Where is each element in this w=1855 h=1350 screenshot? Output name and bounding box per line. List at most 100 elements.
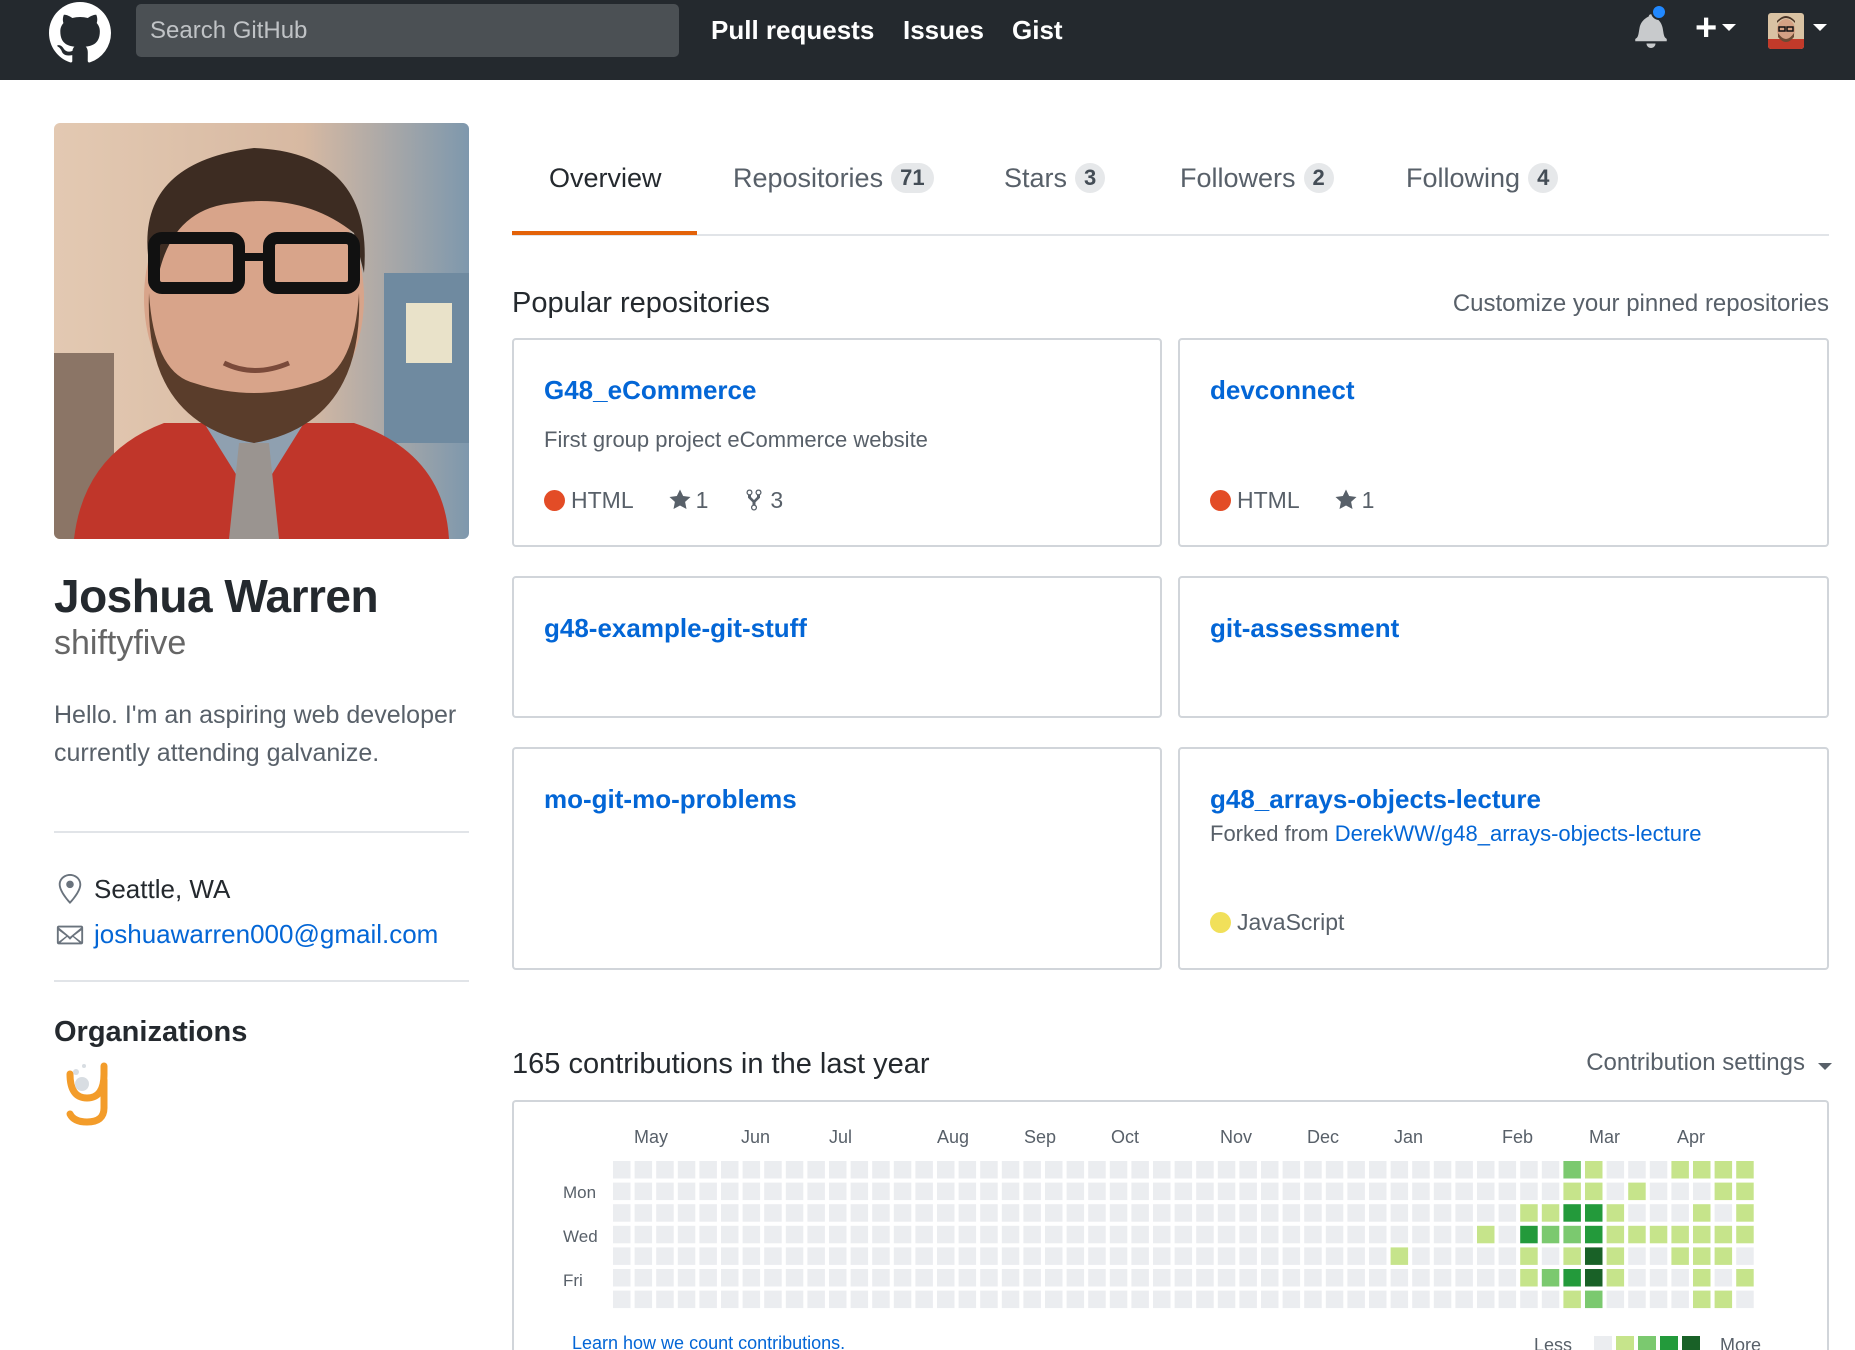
contribution-day[interactable] (764, 1182, 782, 1201)
contribution-day[interactable] (872, 1269, 890, 1287)
contribution-day[interactable] (1001, 1269, 1020, 1287)
contribution-day[interactable] (1563, 1225, 1581, 1244)
contribution-day[interactable] (829, 1290, 847, 1309)
contribution-day[interactable] (1066, 1225, 1085, 1244)
contribution-day[interactable] (1541, 1290, 1560, 1309)
contribution-day[interactable] (893, 1225, 912, 1244)
contribution-day[interactable] (1412, 1225, 1430, 1244)
contribution-day[interactable] (829, 1204, 847, 1222)
contribution-day[interactable] (1433, 1182, 1452, 1201)
contribution-day[interactable] (958, 1290, 977, 1309)
contribution-day[interactable] (915, 1269, 933, 1287)
contribution-settings-dropdown[interactable]: Contribution settings (1586, 1047, 1805, 1079)
contribution-day[interactable] (1541, 1204, 1560, 1222)
contribution-day[interactable] (785, 1247, 804, 1265)
contribution-day[interactable] (1455, 1182, 1473, 1201)
contribution-day[interactable] (1045, 1269, 1063, 1287)
contribution-day[interactable] (1369, 1182, 1387, 1201)
contribution-day[interactable] (1261, 1247, 1279, 1265)
contribution-day[interactable] (1412, 1290, 1430, 1309)
contribution-day[interactable] (677, 1225, 696, 1244)
contribution-day[interactable] (1433, 1247, 1452, 1265)
contribution-day[interactable] (829, 1225, 847, 1244)
contribution-day[interactable] (613, 1290, 631, 1309)
contribution-day[interactable] (1390, 1247, 1409, 1265)
contribution-day[interactable] (893, 1161, 912, 1179)
contribution-day[interactable] (980, 1290, 998, 1309)
contribution-day[interactable] (915, 1290, 933, 1309)
contribution-day[interactable] (613, 1269, 631, 1287)
contribution-day[interactable] (872, 1182, 890, 1201)
contribution-day[interactable] (742, 1161, 761, 1179)
contribution-day[interactable] (1390, 1161, 1409, 1179)
contribution-day[interactable] (1131, 1290, 1149, 1309)
nav-gist[interactable]: Gist (1012, 14, 1063, 46)
contribution-day[interactable] (872, 1161, 890, 1179)
contribution-day[interactable] (1196, 1290, 1214, 1309)
contribution-day[interactable] (1131, 1182, 1149, 1201)
contribution-day[interactable] (721, 1182, 739, 1201)
contribution-day[interactable] (1606, 1269, 1625, 1287)
contribution-day[interactable] (1433, 1225, 1452, 1244)
contribution-day[interactable] (742, 1290, 761, 1309)
contribution-day[interactable] (1045, 1182, 1063, 1201)
contribution-day[interactable] (850, 1290, 869, 1309)
contribution-day[interactable] (1261, 1225, 1279, 1244)
contribution-day[interactable] (937, 1225, 955, 1244)
contribution-day[interactable] (742, 1182, 761, 1201)
contribution-day[interactable] (1174, 1204, 1193, 1222)
contribution-day[interactable] (1477, 1182, 1495, 1201)
contribution-day[interactable] (937, 1182, 955, 1201)
contribution-day[interactable] (699, 1247, 717, 1265)
contribution-day[interactable] (1239, 1161, 1257, 1179)
contribution-day[interactable] (915, 1247, 933, 1265)
contribution-day[interactable] (634, 1247, 653, 1265)
contribution-day[interactable] (1649, 1204, 1668, 1222)
contribution-day[interactable] (1455, 1225, 1473, 1244)
repo-link[interactable]: git-assessment (1210, 612, 1399, 644)
contribution-day[interactable] (1585, 1204, 1603, 1222)
contribution-day[interactable] (958, 1269, 977, 1287)
contribution-day[interactable] (785, 1161, 804, 1179)
forked-from-link[interactable]: DerekWW/g48_arrays-objects-lecture (1335, 821, 1702, 846)
contribution-day[interactable] (764, 1161, 782, 1179)
contribution-day[interactable] (677, 1204, 696, 1222)
contribution-day[interactable] (1023, 1269, 1041, 1287)
contribution-day[interactable] (1131, 1225, 1149, 1244)
contribution-day[interactable] (958, 1225, 977, 1244)
contribution-day[interactable] (1325, 1161, 1344, 1179)
contribution-day[interactable] (1736, 1247, 1754, 1265)
contribution-day[interactable] (1347, 1225, 1365, 1244)
contribution-day[interactable] (1325, 1247, 1344, 1265)
contribution-day[interactable] (893, 1182, 912, 1201)
contribution-day[interactable] (785, 1182, 804, 1201)
repo-link[interactable]: mo-git-mo-problems (544, 783, 797, 815)
contribution-day[interactable] (1347, 1290, 1365, 1309)
contribution-day[interactable] (1131, 1204, 1149, 1222)
contribution-day[interactable] (1347, 1204, 1365, 1222)
contribution-day[interactable] (764, 1225, 782, 1244)
contribution-day[interactable] (742, 1204, 761, 1222)
contribution-day[interactable] (785, 1269, 804, 1287)
contribution-day[interactable] (1045, 1290, 1063, 1309)
contribution-day[interactable] (613, 1182, 631, 1201)
contribution-day[interactable] (937, 1290, 955, 1309)
contribution-day[interactable] (1196, 1247, 1214, 1265)
contribution-day[interactable] (1477, 1161, 1495, 1179)
contribution-day[interactable] (1606, 1290, 1625, 1309)
contribution-day[interactable] (850, 1269, 869, 1287)
contribution-day[interactable] (1282, 1247, 1301, 1265)
contribution-day[interactable] (1088, 1182, 1106, 1201)
contribution-day[interactable] (1109, 1182, 1128, 1201)
contribution-day[interactable] (1520, 1290, 1538, 1309)
contribution-day[interactable] (742, 1269, 761, 1287)
contribution-day[interactable] (764, 1204, 782, 1222)
contribution-day[interactable] (980, 1247, 998, 1265)
contribution-day[interactable] (1433, 1204, 1452, 1222)
contribution-day[interactable] (1131, 1161, 1149, 1179)
repo-stars[interactable]: 1 (1334, 485, 1374, 515)
contribution-day[interactable] (1001, 1290, 1020, 1309)
contribution-day[interactable] (893, 1290, 912, 1309)
contribution-day[interactable] (1109, 1161, 1128, 1179)
contribution-day[interactable] (1412, 1269, 1430, 1287)
